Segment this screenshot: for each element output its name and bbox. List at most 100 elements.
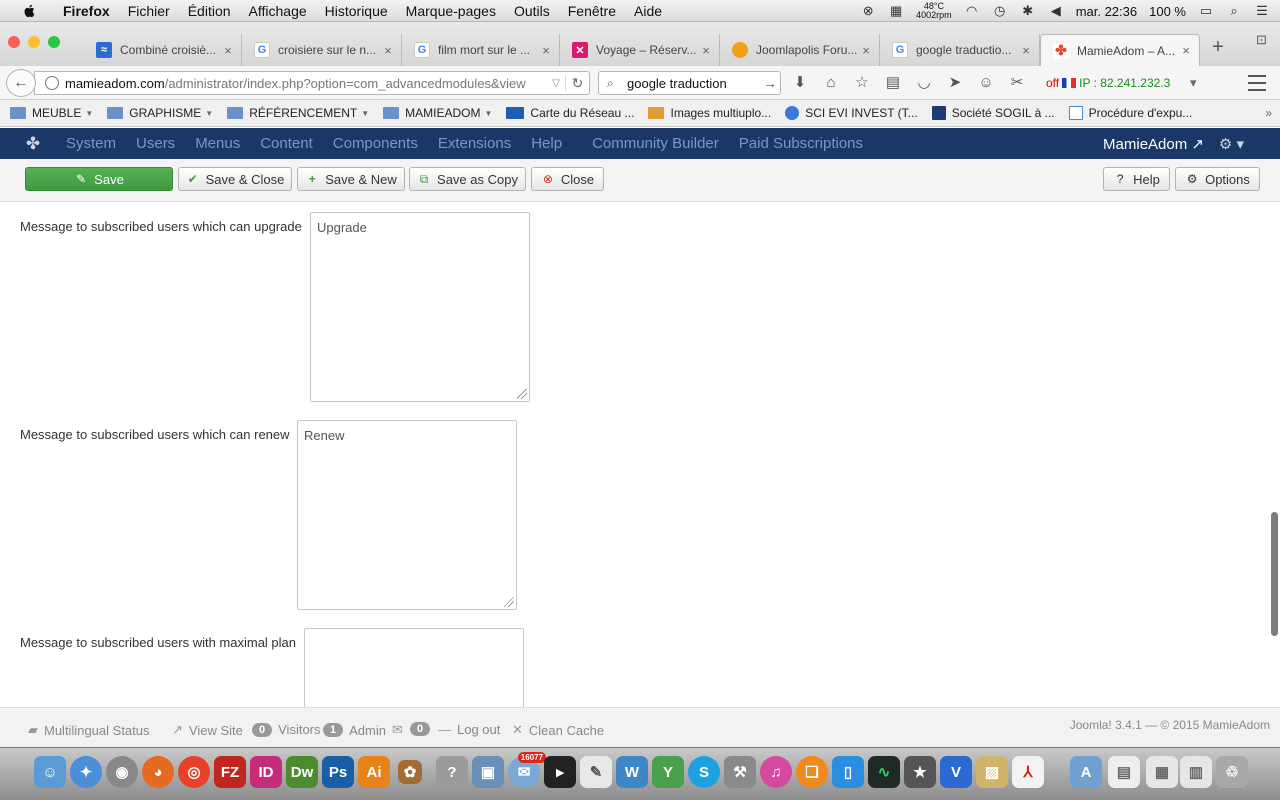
tools-icon[interactable]: ✂ [1007, 73, 1027, 93]
logout-link[interactable]: — Log out [438, 722, 500, 737]
tab-6[interactable]: G google traductio... × [880, 34, 1040, 66]
dock-photo[interactable]: ▨ [976, 756, 1008, 788]
menu-paid-subscriptions[interactable]: Paid Subscriptions [729, 135, 873, 152]
bookmark-folder-graphisme[interactable]: GRAPHISME ▼ [107, 106, 213, 120]
url-history-dropdown-icon[interactable]: ▽ [547, 78, 565, 89]
dock-wunderlist[interactable]: W [616, 756, 648, 788]
menu-help[interactable]: Help [521, 135, 572, 152]
bookmark-carte-reseau[interactable]: Carte du Réseau ... [506, 106, 634, 120]
menu-marque-pages[interactable]: Marque-pages [397, 3, 505, 19]
resize-handle-icon[interactable] [504, 597, 514, 607]
help-button[interactable]: ? Help [1103, 167, 1170, 191]
dock-illustrator[interactable]: Ai [358, 756, 390, 788]
menu-users[interactable]: Users [126, 135, 185, 152]
menu-menus[interactable]: Menus [185, 135, 250, 152]
joomla-logo-icon[interactable]: ✤ [24, 134, 42, 153]
send-icon[interactable]: ➤ [945, 73, 965, 93]
dock-disk-utility[interactable]: ◉ [106, 756, 138, 788]
apple-menu-icon[interactable] [20, 3, 40, 19]
chat-icon[interactable]: ☺ [976, 73, 996, 93]
dock-filezilla[interactable]: FZ [214, 756, 246, 788]
bookmark-images-multiupload[interactable]: Images multiuplo... [648, 106, 771, 120]
dock-indesign[interactable]: ID [250, 756, 282, 788]
tab-5[interactable]: Joomlapolis Foru... × [720, 34, 880, 66]
bookmark-societe-sogil[interactable]: Société SOGIL à ... [931, 106, 1055, 120]
menu-fenetre[interactable]: Fenêtre [559, 3, 625, 19]
close-tab-icon[interactable]: × [381, 43, 395, 58]
bookmark-folder-referencement[interactable]: RÉFÉRENCEMENT ▼ [227, 106, 369, 120]
multilingual-status-link[interactable]: ▰ Multilingual Status [28, 722, 150, 738]
tab-3[interactable]: G film mort sur le ... × [402, 34, 560, 66]
zoom-window-button[interactable] [48, 36, 60, 48]
notification-center-icon[interactable]: ☰ [1254, 3, 1270, 18]
close-tab-icon[interactable]: × [1179, 43, 1193, 58]
close-tab-icon[interactable]: × [1019, 43, 1033, 58]
close-circle-icon[interactable]: ⊗ [860, 3, 876, 18]
more-bookmarks-icon[interactable]: » [1265, 106, 1272, 120]
ip-indicator[interactable]: off IP : 82.241.232.3 [1046, 76, 1170, 90]
close-tab-icon[interactable]: × [699, 43, 713, 58]
dock-tools[interactable]: ⚒ [724, 756, 756, 788]
menu-aide[interactable]: Aide [625, 3, 671, 19]
dock-skype[interactable]: S [688, 756, 720, 788]
tab-1[interactable]: ≈ Combiné croisiè... × [84, 34, 242, 66]
bookmark-folder-mamieadom[interactable]: MAMIEADOM ▼ [383, 106, 492, 120]
extension-dropdown-icon[interactable]: ▾ [1190, 75, 1197, 91]
admin-users-link[interactable]: 1 Admin ✉ [323, 722, 403, 738]
save-close-button[interactable]: ✔ Save & Close [178, 167, 292, 191]
new-tab-button[interactable]: + [1208, 36, 1228, 59]
bookmark-sci-evi-invest[interactable]: SCI EVI INVEST (T... [785, 106, 918, 120]
clean-cache-link[interactable]: ✕ Clean Cache [512, 722, 604, 738]
bookmark-star-icon[interactable]: ☆ [852, 73, 872, 93]
menu-content[interactable]: Content [250, 135, 323, 152]
menu-historique[interactable]: Historique [316, 3, 397, 19]
resize-handle-icon[interactable] [517, 389, 527, 399]
maximal-plan-message-textarea[interactable] [304, 628, 524, 707]
menu-system[interactable]: System [56, 135, 126, 152]
bookmarks-list-icon[interactable]: ▤ [883, 73, 903, 93]
menu-fichier[interactable]: Fichier [119, 3, 179, 19]
dock-sky[interactable]: ★ [904, 756, 936, 788]
options-button[interactable]: ⚙ Options [1175, 167, 1260, 191]
close-tab-icon[interactable]: × [221, 43, 235, 58]
dock-documents[interactable]: ▤ [1108, 756, 1140, 788]
dock-sourcetree[interactable]: Y [652, 756, 684, 788]
save-button[interactable]: ✎ Save [25, 167, 173, 191]
reload-icon[interactable]: ↻ [565, 74, 589, 92]
bookmark-procedure-expulsion[interactable]: Procédure d'expu... [1068, 106, 1192, 120]
bluetooth-icon[interactable]: ✱ [1020, 3, 1036, 18]
search-bar[interactable]: ⌕ google traduction → [598, 71, 781, 95]
hamburger-menu-icon[interactable] [1248, 75, 1266, 91]
dock-vectorworks[interactable]: V [940, 756, 972, 788]
dock-activity-monitor[interactable]: ∿ [868, 756, 900, 788]
temperature-readout[interactable]: 48°C 4002rpm [916, 2, 952, 20]
dock-files[interactable]: ▥ [1180, 756, 1212, 788]
dock-firefox[interactable]: ◕ [142, 756, 174, 788]
dock-itunes[interactable]: ♫ [760, 756, 792, 788]
dock-ibooks[interactable]: ❑ [796, 756, 828, 788]
spotlight-icon[interactable]: ⌕ [1226, 3, 1242, 18]
battery-status[interactable]: 100 % [1149, 4, 1186, 19]
clock[interactable]: mar. 22:36 [1076, 4, 1137, 19]
pocket-icon[interactable]: ◡ [914, 73, 934, 93]
dock-help[interactable]: ? [436, 756, 468, 788]
view-site-link[interactable]: ↗ View Site [172, 722, 243, 738]
menu-edition[interactable]: Édition [179, 3, 240, 19]
signal-icon[interactable]: ▦ [888, 3, 904, 18]
dock-finder[interactable]: ☺ [34, 756, 66, 788]
site-link[interactable]: MamieAdom ↗ [1103, 135, 1204, 153]
wifi-icon[interactable]: ◠ [964, 3, 980, 18]
time-machine-icon[interactable]: ◷ [992, 3, 1008, 18]
back-button[interactable]: ← [6, 69, 36, 97]
upgrade-message-textarea[interactable]: Upgrade [310, 212, 530, 402]
menu-extensions[interactable]: Extensions [428, 135, 521, 152]
dock-trash-icon[interactable]: ♲ [1216, 756, 1248, 788]
dock-applications-folder[interactable]: A [1070, 756, 1102, 788]
close-window-button[interactable] [8, 36, 20, 48]
search-go-icon[interactable]: → [760, 75, 780, 91]
visitors-link[interactable]: 0 Visitors [252, 722, 321, 737]
dock-dreamweaver[interactable]: Dw [286, 756, 318, 788]
minimize-window-button[interactable] [28, 36, 40, 48]
volume-icon[interactable]: ◀ [1048, 3, 1064, 18]
menu-affichage[interactable]: Affichage [240, 3, 316, 19]
